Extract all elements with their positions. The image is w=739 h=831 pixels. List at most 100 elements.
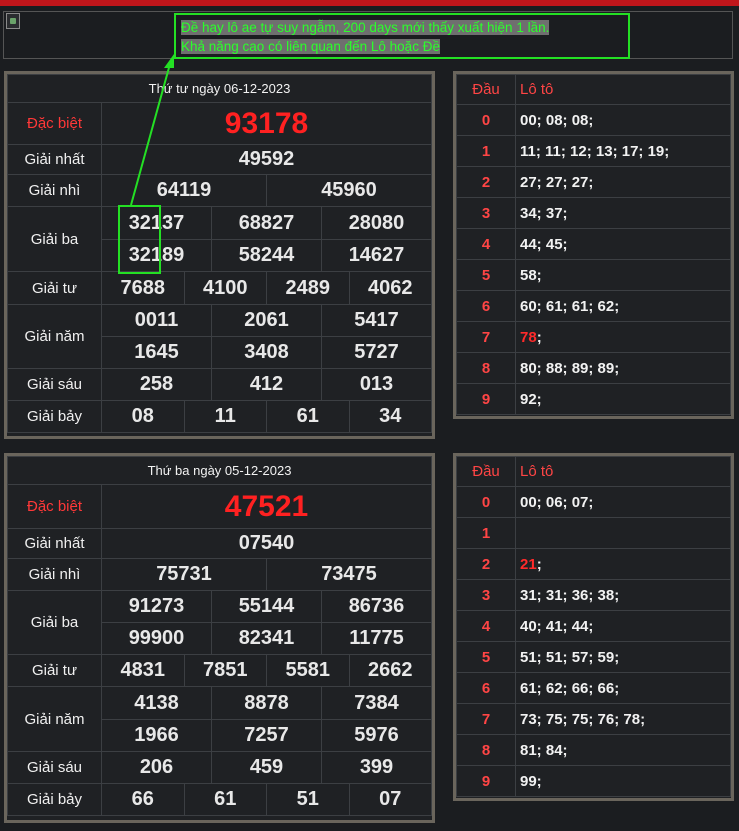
loto-dau: 7: [456, 703, 516, 735]
third-prize-value: 82341: [211, 622, 322, 655]
sixth-prize-value: 206: [101, 751, 212, 784]
loto-card-2: Đầu Lô tô 0 00; 06; 07; 1 2 21; 3 31; 31; 3…: [453, 453, 734, 801]
third-prize-label: Giải ba: [7, 590, 102, 655]
seventh-prize-value: 07: [348, 783, 432, 816]
second-prize-value: 73475: [266, 558, 432, 591]
loto-values: 51; 51; 57; 59;: [515, 641, 731, 673]
fifth-prize-value: 2061: [211, 304, 322, 337]
loto-values: 60; 61; 61; 62;: [515, 290, 731, 322]
loto-dau-header: Đầu: [456, 74, 516, 105]
loto-values: 92;: [515, 383, 731, 415]
date-header: Thứ ba ngày 05-12-2023: [7, 456, 432, 485]
loto-dau: 2: [456, 548, 516, 580]
third-prize-value: 28080: [321, 206, 432, 240]
date-header: Thứ tư ngày 06-12-2023: [7, 74, 432, 103]
loto-values: [515, 517, 731, 549]
loto-dau: 2: [456, 166, 516, 198]
loto-dau: 1: [456, 517, 516, 549]
seventh-prize-value: 34: [348, 400, 432, 433]
top-red-bar: [0, 0, 739, 6]
loto-values: 61; 62; 66; 66;: [515, 672, 731, 704]
fourth-prize-value: 7851: [183, 654, 267, 687]
fourth-prize-value: 5581: [266, 654, 350, 687]
seventh-prize-value: 66: [101, 783, 185, 816]
fourth-prize-label: Giải tư: [7, 271, 102, 305]
annotation-note: Đề hay lô ae tự suy ngẫm, 200 days mới t…: [174, 13, 630, 59]
fifth-prize-label: Giải năm: [7, 686, 102, 752]
special-prize-label: Đặc biệt: [7, 484, 102, 529]
fourth-prize-value: 7688: [101, 271, 185, 305]
seventh-prize-value: 61: [183, 783, 267, 816]
special-prize-label: Đặc biệt: [7, 102, 102, 145]
annotation-line-2: Khả năng cao có liên quan đến Lô hoặc Đề: [181, 39, 440, 54]
fourth-prize-value: 2489: [266, 271, 350, 305]
loto-values: 99;: [515, 765, 731, 797]
results-table-2: Thứ ba ngày 05-12-2023 Đặc biệt 47521 Gi…: [7, 456, 432, 816]
results-card-1: Thứ tư ngày 06-12-2023 Đặc biệt 93178 Gi…: [4, 71, 435, 439]
seventh-prize-value: 08: [101, 400, 185, 433]
loto-table-2: Đầu Lô tô 0 00; 06; 07; 1 2 21; 3 31; 31; 3…: [456, 456, 731, 797]
loto-header: Lô tô: [515, 456, 731, 487]
second-prize-value: 75731: [101, 558, 267, 591]
fifth-prize-value: 4138: [101, 686, 212, 720]
second-prize-value: 64119: [101, 174, 267, 207]
seventh-prize-value: 51: [266, 783, 350, 816]
loto-values: 73; 75; 75; 76; 78;: [515, 703, 731, 735]
sixth-prize-value: 459: [211, 751, 322, 784]
fifth-prize-value: 1966: [101, 719, 212, 752]
first-prize-label: Giải nhất: [7, 144, 102, 175]
loto-values: 78;: [515, 321, 731, 353]
third-prize-label: Giải ba: [7, 206, 102, 272]
fourth-prize-value: 4831: [101, 654, 185, 687]
fifth-prize-value: 5976: [321, 719, 432, 752]
first-prize-label: Giải nhất: [7, 528, 102, 559]
loto-values: 00; 06; 07;: [515, 486, 731, 518]
third-prize-value: 68827: [211, 206, 322, 240]
third-prize-value: 55144: [211, 590, 322, 623]
loto-dau: 9: [456, 765, 516, 797]
loto-dau: 0: [456, 486, 516, 518]
loto-dau: 3: [456, 197, 516, 229]
first-prize-value: 49592: [101, 144, 432, 175]
loto-dau: 9: [456, 383, 516, 415]
results-table-1: Thứ tư ngày 06-12-2023 Đặc biệt 93178 Gi…: [7, 74, 432, 433]
third-prize-value: 91273: [101, 590, 212, 623]
fifth-prize-label: Giải năm: [7, 304, 102, 369]
third-prize-value: 99900: [101, 622, 212, 655]
loto-table-1: Đầu Lô tô 0 00; 08; 08; 1 11; 11; 12; 13; …: [456, 74, 731, 415]
third-prize-value: 14627: [321, 239, 432, 272]
loto-values: 11; 11; 12; 13; 17; 19;: [515, 135, 731, 167]
fifth-prize-value: 8878: [211, 686, 322, 720]
third-prize-value: 58244: [211, 239, 322, 272]
loto-values: 40; 41; 44;: [515, 610, 731, 642]
fifth-prize-value: 5727: [321, 336, 432, 369]
fifth-prize-value: 1645: [101, 336, 212, 369]
seventh-prize-label: Giải bảy: [7, 400, 102, 433]
loto-values: 44; 45;: [515, 228, 731, 260]
loto-values: 81; 84;: [515, 734, 731, 766]
broken-image-icon: [6, 13, 20, 29]
loto-dau: 5: [456, 259, 516, 291]
loto-dau: 4: [456, 610, 516, 642]
loto-values: 27; 27; 27;: [515, 166, 731, 198]
special-prize-value: 93178: [101, 102, 432, 145]
sixth-prize-label: Giải sáu: [7, 368, 102, 401]
sixth-prize-value: 013: [321, 368, 432, 401]
loto-dau: 8: [456, 734, 516, 766]
first-prize-value: 07540: [101, 528, 432, 559]
loto-dau: 7: [456, 321, 516, 353]
annotation-line-1: Đề hay lô ae tự suy ngẫm, 200 days mới t…: [181, 20, 550, 35]
fourth-prize-value: 4062: [348, 271, 432, 305]
fifth-prize-value: 7384: [321, 686, 432, 720]
loto-dau: 8: [456, 352, 516, 384]
sixth-prize-value: 258: [101, 368, 212, 401]
fifth-prize-value: 5417: [321, 304, 432, 337]
second-prize-label: Giải nhì: [7, 558, 102, 591]
sixth-prize-label: Giải sáu: [7, 751, 102, 784]
special-prize-value: 47521: [101, 484, 432, 529]
loto-values: 80; 88; 89; 89;: [515, 352, 731, 384]
loto-header: Lô tô: [515, 74, 731, 105]
loto-values: 34; 37;: [515, 197, 731, 229]
fifth-prize-value: 7257: [211, 719, 322, 752]
results-card-2: Thứ ba ngày 05-12-2023 Đặc biệt 47521 Gi…: [4, 453, 435, 823]
